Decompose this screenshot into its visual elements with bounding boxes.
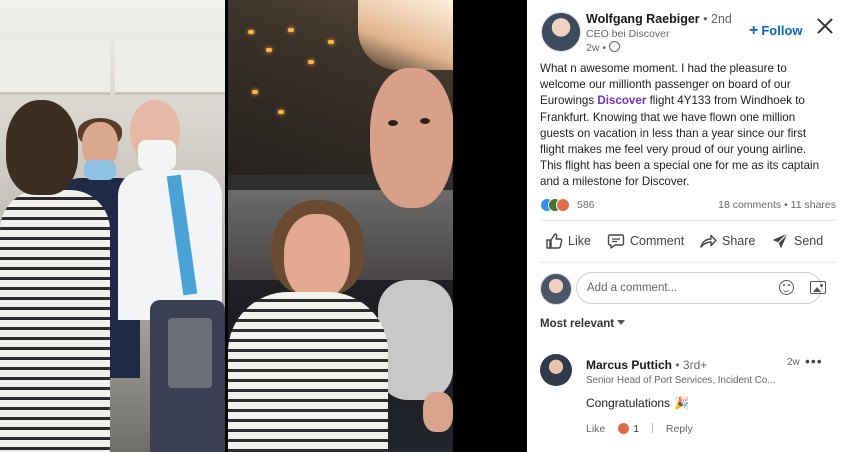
post-detail-panel: Wolfgang Raebiger • 2nd CEO bei Discover…: [527, 0, 850, 452]
like-button[interactable]: Like: [545, 232, 591, 254]
pilot-seat: [378, 280, 453, 400]
comment-text: Congratulations 🎉: [586, 396, 690, 410]
comment-icon: [607, 234, 625, 249]
comment-button[interactable]: Comment: [607, 232, 684, 254]
reaction-count[interactable]: 586: [577, 199, 595, 211]
comment-time: 2w: [787, 357, 800, 368]
commenter-headline: Senior Head of Port Services, Incident C…: [586, 375, 776, 386]
photo-cabin-welcome: [0, 0, 225, 452]
author-name[interactable]: Wolfgang Raebiger: [586, 12, 700, 26]
love-reaction-icon: [556, 198, 570, 212]
company-mention-link[interactable]: Discover: [597, 94, 646, 107]
commenter-name-line[interactable]: Marcus Puttich • 3rd+: [586, 358, 707, 372]
divider: [540, 220, 836, 221]
share-arrow-icon: [700, 234, 717, 248]
photo-cockpit-selfie: [228, 0, 453, 452]
post-image-carousel[interactable]: [0, 0, 527, 452]
overhead-bin: [0, 40, 110, 95]
caret-down-icon: [617, 320, 626, 325]
comment-sort-dropdown[interactable]: Most relevant: [540, 318, 626, 330]
post-body: What n awesome moment. I had the pleasur…: [540, 61, 836, 191]
emoji-icon[interactable]: [779, 280, 794, 295]
party-popper-icon: 🎉: [674, 396, 690, 410]
post-time: 2w •: [586, 41, 621, 54]
comment-like-button[interactable]: Like: [586, 423, 605, 435]
comment-reply-button[interactable]: Reply: [666, 423, 693, 435]
social-counts: 586 18 comments • 11 shares: [540, 198, 836, 212]
more-options-icon[interactable]: •••: [805, 353, 823, 369]
overhead-bin: [115, 40, 225, 95]
my-avatar[interactable]: [540, 273, 572, 305]
send-plane-icon: [772, 233, 788, 249]
post-line-with-mention: Eurowings Discover flight 4Y133 from Win…: [540, 94, 805, 108]
comment-item: Marcus Puttich • 3rd+ Senior Head of Por…: [540, 352, 836, 442]
connection-degree: • 3rd+: [675, 358, 708, 372]
commenter-name[interactable]: Marcus Puttich: [586, 358, 672, 372]
follow-button[interactable]: + Follow: [749, 22, 803, 40]
image-icon[interactable]: [810, 281, 826, 294]
divider: [651, 423, 653, 433]
connection-degree: • 2nd: [703, 12, 732, 26]
heart-reaction-icon: [618, 423, 630, 434]
author-avatar[interactable]: [541, 12, 581, 52]
send-button[interactable]: Send: [771, 232, 823, 254]
author-headline: CEO bei Discover: [586, 28, 670, 40]
close-icon[interactable]: [815, 16, 835, 36]
author-name-line[interactable]: Wolfgang Raebiger • 2nd: [586, 12, 732, 26]
globe-icon: [609, 41, 621, 52]
divider: [540, 262, 836, 263]
comments-shares-count[interactable]: 18 comments • 11 shares: [718, 199, 836, 211]
commenter-avatar[interactable]: [540, 354, 572, 386]
thumbs-up-icon: [546, 233, 563, 249]
comment-composer: [540, 272, 836, 306]
comment-like-count[interactable]: 1: [633, 423, 639, 435]
post-action-bar: Like Comment Share Send: [527, 232, 850, 254]
captain-selfie: [370, 68, 453, 208]
comment-actions: Like 1 Reply: [586, 423, 693, 435]
share-button[interactable]: Share: [699, 232, 755, 254]
passenger-woman: [284, 214, 350, 300]
photo-letterbox: [453, 0, 527, 452]
plus-icon: +: [749, 22, 759, 39]
passenger-woman: [0, 190, 110, 452]
